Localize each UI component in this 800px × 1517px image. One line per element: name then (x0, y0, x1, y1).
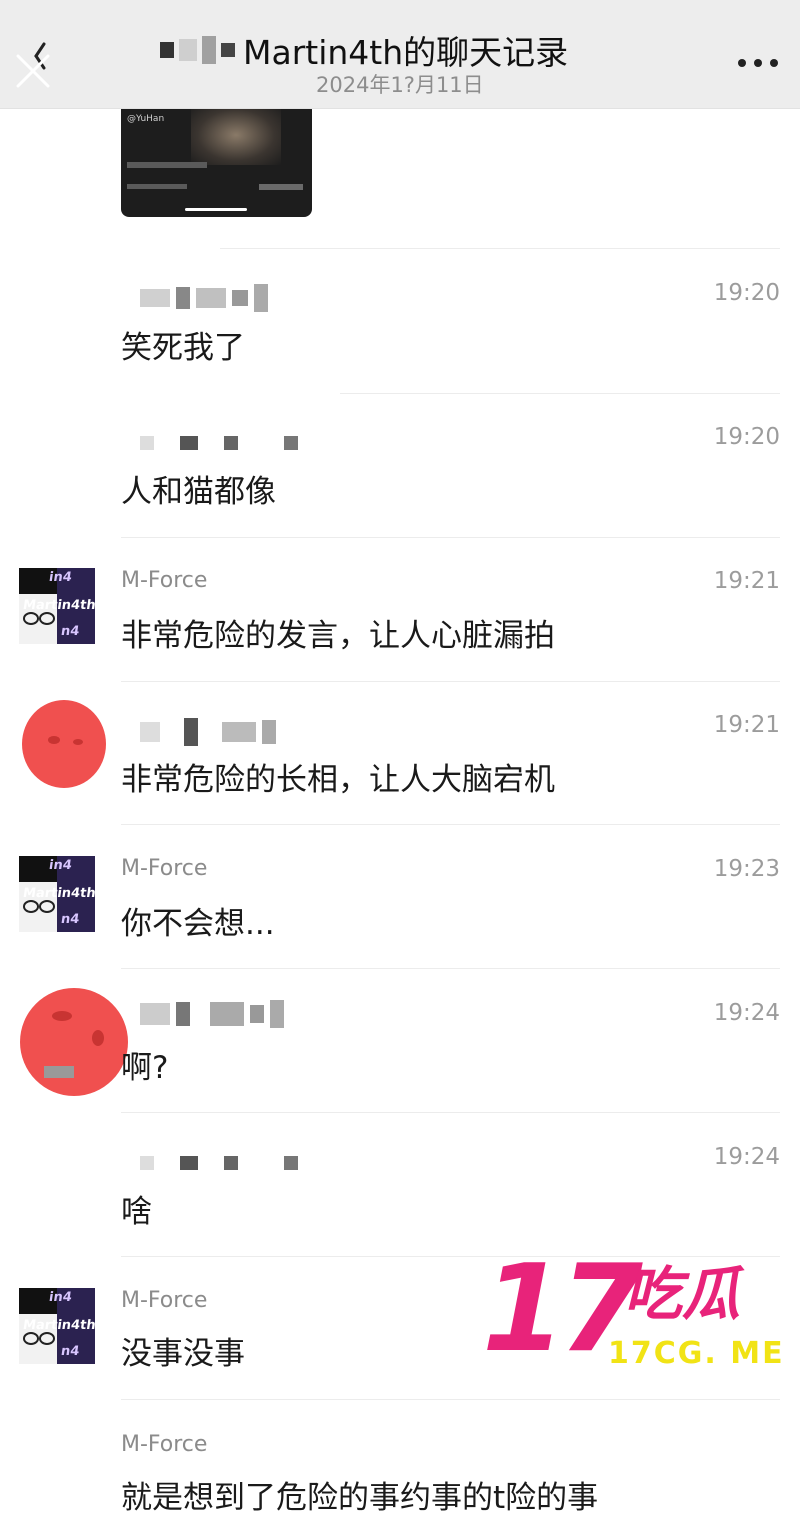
redacted-sender (140, 1000, 284, 1028)
message-text: 非常危险的长相，让人大脑宕机 (121, 762, 555, 798)
sender-name: M-Force (121, 856, 208, 881)
message-text: 啊? (121, 1050, 169, 1086)
divider (121, 1399, 780, 1400)
more-options-icon[interactable] (736, 56, 780, 70)
divider (121, 968, 780, 969)
close-icon[interactable] (14, 52, 54, 92)
message-text: 没事没事 (121, 1336, 245, 1372)
message-time: 19:21 (713, 712, 780, 738)
watermark-logo-text: 吃瓜 (624, 1260, 741, 1328)
message-text: 人和猫都像 (121, 474, 276, 510)
message-time: 19:24 (713, 1000, 780, 1026)
redacted-sender (140, 718, 276, 746)
redacted-sender (140, 284, 268, 312)
divider (121, 537, 780, 538)
message-time: 19:24 (713, 1144, 780, 1170)
image-caption-user: @YuHan (127, 114, 165, 124)
divider (121, 824, 780, 825)
image-message-thumbnail[interactable]: @YuHan (121, 100, 312, 217)
redacted-avatar[interactable] (18, 986, 130, 1098)
redacted-name-blocks (160, 36, 235, 64)
redacted-sender (140, 436, 298, 450)
message-text: 你不会想... (121, 906, 275, 942)
header-title-row: Martin4th的聊天记录 (160, 28, 660, 72)
home-indicator (185, 208, 247, 211)
message-time: 19:20 (713, 424, 780, 450)
sender-name: M-Force (121, 1288, 208, 1313)
avatar[interactable]: in4 Martin4th n4 (19, 1288, 95, 1364)
message-time: 19:21 (713, 568, 780, 594)
message-time: 19:23 (713, 856, 780, 882)
divider (340, 393, 780, 394)
divider (121, 681, 780, 682)
redacted-avatar[interactable] (20, 700, 110, 790)
divider (121, 1112, 780, 1113)
sender-name: M-Force (121, 1432, 208, 1457)
redacted-sender (140, 1156, 298, 1170)
page-title: Martin4th的聊天记录 (243, 33, 569, 72)
message-text: 笑死我了 (121, 330, 245, 366)
image-content (191, 105, 281, 165)
chat-history-header: Martin4th的聊天记录 2024年1?月11日 (0, 0, 800, 109)
avatar[interactable]: in4 Martin4th n4 (19, 856, 95, 932)
avatar[interactable]: in4 Martin4th n4 (19, 568, 95, 644)
message-text: 啥 (121, 1194, 152, 1230)
message-text: 就是想到了危险的事约事的t险的事 (121, 1480, 599, 1516)
divider (121, 1256, 780, 1257)
sender-name: M-Force (121, 568, 208, 593)
divider (220, 248, 780, 249)
message-time: 19:20 (713, 280, 780, 306)
chat-date: 2024年1?月11日 (316, 73, 484, 97)
watermark-url: 17CG. ME (608, 1336, 785, 1371)
message-text: 非常危险的发言，让人心脏漏拍 (121, 618, 555, 654)
